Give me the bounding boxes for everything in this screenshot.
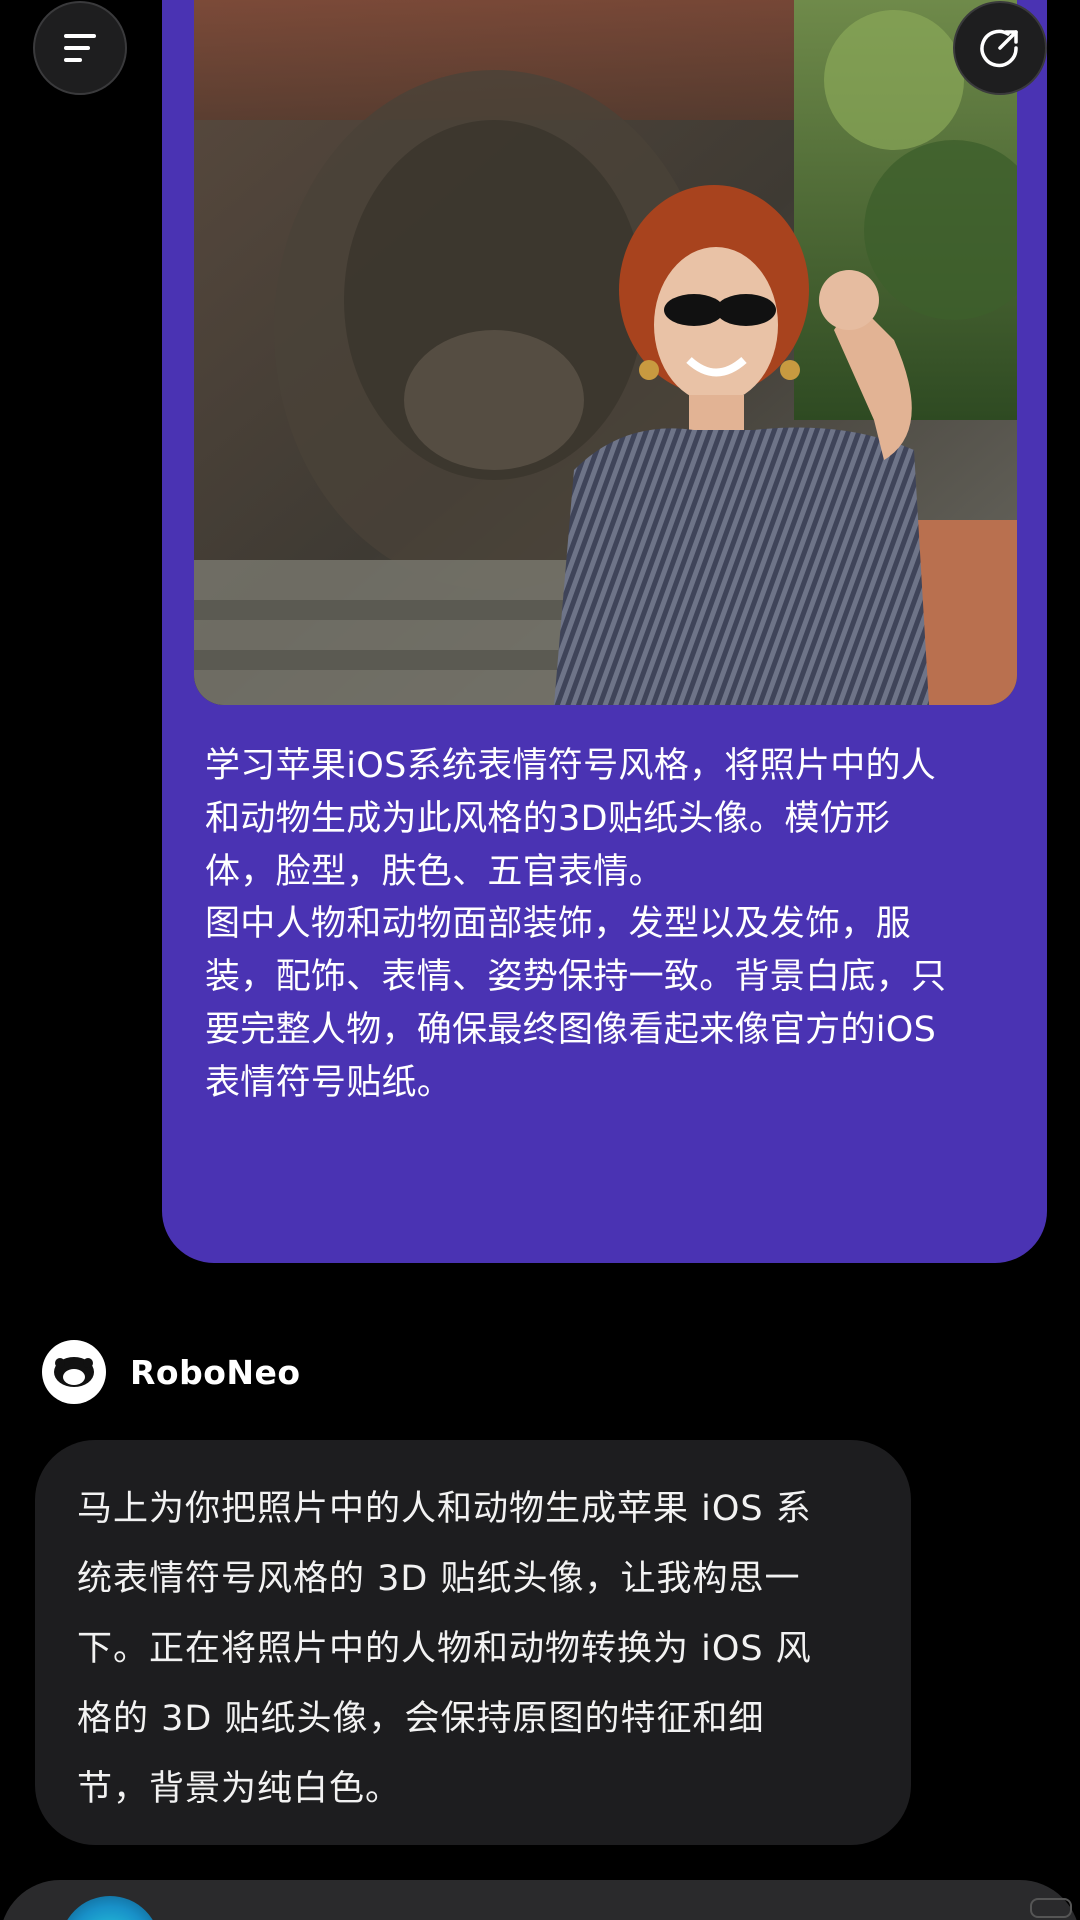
watermark-icon: [1030, 1898, 1072, 1918]
chat-screen: 学习苹果iOS系统表情符号风格，将照片中的人 和动物生成为此风格的3D贴纸头像。…: [0, 0, 1080, 1920]
menu-button[interactable]: [33, 1, 127, 95]
robot-icon: [54, 1357, 94, 1387]
assistant-header: RoboNeo: [42, 1340, 301, 1404]
share-icon: [980, 29, 1018, 68]
share-button[interactable]: [953, 1, 1047, 95]
prompt-text: 学习苹果iOS系统表情符号风格，将照片中的人 和动物生成为此风格的3D贴纸头像。…: [205, 746, 947, 1103]
assistant-reply-text: 马上为你把照片中的人和动物生成苹果 iOS 系 统表情符号风格的 3D 贴纸头像…: [77, 1489, 812, 1809]
bottom-panel: [0, 1880, 1080, 1920]
assistant-name: RoboNeo: [130, 1352, 301, 1392]
assistant-reply-bubble: 马上为你把照片中的人和动物生成苹果 iOS 系 统表情符号风格的 3D 贴纸头像…: [35, 1440, 911, 1845]
attached-photo[interactable]: [194, 0, 1017, 705]
menu-icon: [64, 34, 96, 62]
user-message-card: 学习苹果iOS系统表情符号风格，将照片中的人 和动物生成为此风格的3D贴纸头像。…: [162, 0, 1047, 1263]
bottom-bar: [0, 1880, 1080, 1920]
assistant-avatar: [42, 1340, 106, 1404]
